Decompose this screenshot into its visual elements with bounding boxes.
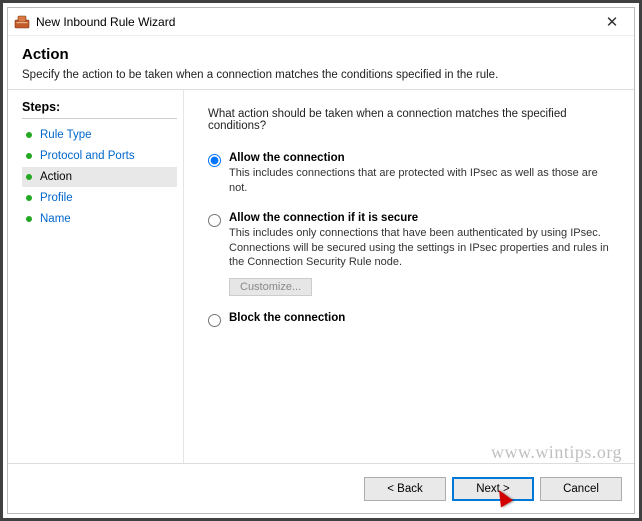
option-block-connection[interactable]: Block the connection [208,312,614,327]
bullet-icon [26,216,32,222]
titlebar: New Inbound Rule Wizard ✕ [8,8,634,36]
steps-panel: Steps: Rule Type Protocol and Ports Acti… [8,90,183,463]
wizard-body: Steps: Rule Type Protocol and Ports Acti… [8,89,634,463]
step-profile[interactable]: Profile [22,188,177,208]
wizard-footer: < Back Next > Cancel [8,463,634,513]
step-name[interactable]: Name [22,209,177,229]
bullet-icon [26,174,32,180]
option-title: Allow the connection [229,152,614,164]
page-subtitle: Specify the action to be taken when a co… [22,69,620,81]
radio-allow[interactable] [208,154,221,167]
step-label: Rule Type [40,129,92,141]
question-text: What action should be taken when a conne… [208,108,614,132]
wizard-window: New Inbound Rule Wizard ✕ Action Specify… [7,7,635,514]
app-icon [14,14,30,30]
option-desc: This includes only connections that have… [229,226,614,271]
option-title: Allow the connection if it is secure [229,212,614,224]
window-title: New Inbound Rule Wizard [36,15,590,29]
step-protocol-and-ports[interactable]: Protocol and Ports [22,146,177,166]
page-title: Action [22,46,620,63]
step-label: Protocol and Ports [40,150,135,162]
back-button[interactable]: < Back [364,477,446,501]
bullet-icon [26,132,32,138]
option-allow-if-secure[interactable]: Allow the connection if it is secure Thi… [208,212,614,297]
option-desc: This includes connections that are prote… [229,166,614,196]
steps-label: Steps: [22,100,177,119]
step-label: Action [40,171,72,183]
step-label: Name [40,213,71,225]
close-icon: ✕ [606,13,619,31]
step-action[interactable]: Action [22,167,177,187]
bullet-icon [26,153,32,159]
step-label: Profile [40,192,73,204]
option-texts: Block the connection [229,312,614,326]
wizard-header: Action Specify the action to be taken wh… [8,36,634,89]
radio-block[interactable] [208,314,221,327]
step-rule-type[interactable]: Rule Type [22,125,177,145]
cancel-button[interactable]: Cancel [540,477,622,501]
option-title: Block the connection [229,312,614,324]
option-allow-connection[interactable]: Allow the connection This includes conne… [208,152,614,196]
customize-button: Customize... [229,278,312,296]
content-panel: What action should be taken when a conne… [183,90,634,463]
bullet-icon [26,195,32,201]
next-button[interactable]: Next > [452,477,534,501]
radio-allow-secure[interactable] [208,214,221,227]
option-texts: Allow the connection This includes conne… [229,152,614,196]
close-button[interactable]: ✕ [590,8,634,36]
option-texts: Allow the connection if it is secure Thi… [229,212,614,297]
